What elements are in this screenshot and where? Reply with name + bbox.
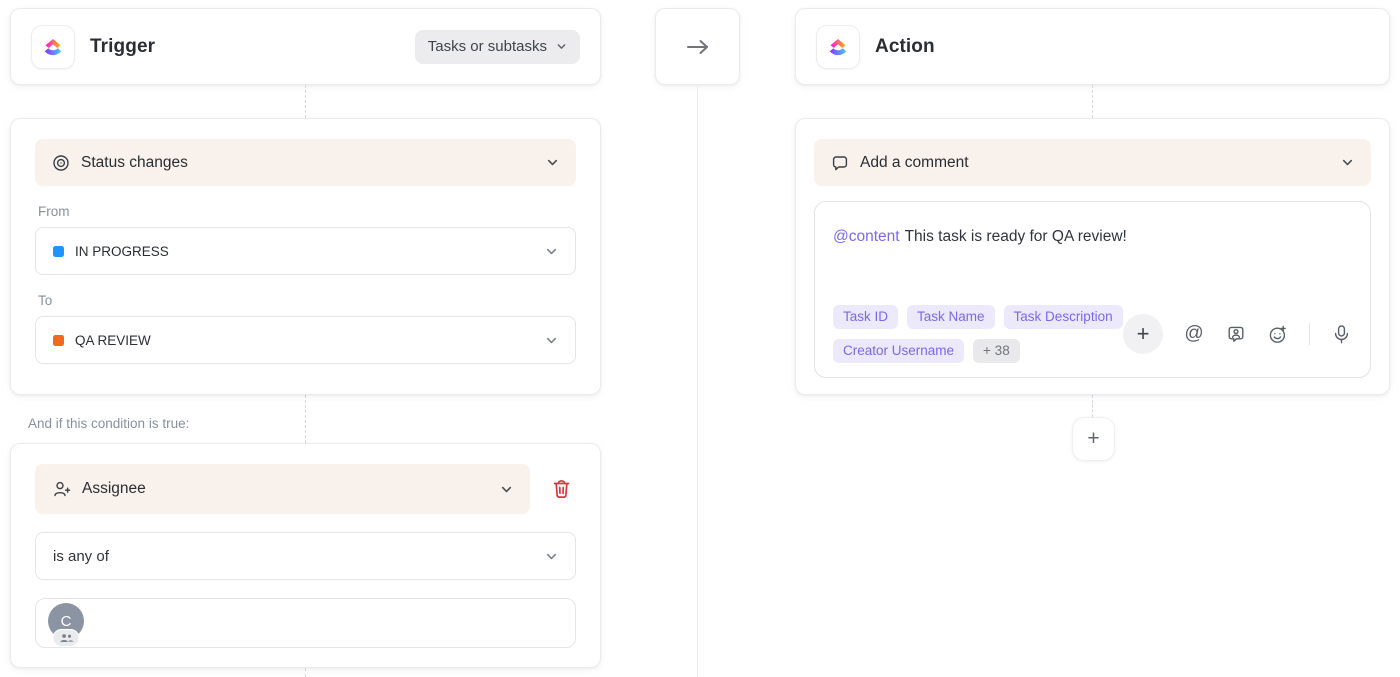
- connector-dashed: [1092, 85, 1093, 118]
- from-label: From: [38, 204, 576, 219]
- status-from-dropdown[interactable]: IN PROGRESS: [35, 227, 576, 275]
- chevron-down-icon: [545, 550, 558, 563]
- comment-text: @content This task is ready for QA review…: [833, 226, 1352, 248]
- chevron-down-icon: [556, 41, 567, 52]
- trigger-title: Trigger: [90, 36, 155, 58]
- action-config-card: Add a comment @content This task is ready…: [795, 118, 1390, 395]
- add-action-button[interactable]: +: [1072, 417, 1115, 461]
- condition-field-label: Assignee: [82, 480, 146, 498]
- clickup-logo: [816, 25, 860, 69]
- tag-creator-username[interactable]: Creator Username: [833, 339, 964, 363]
- action-card: Action: [795, 8, 1390, 85]
- dynamic-field-tags: Task ID Task Name Task Description Creat…: [833, 305, 1123, 363]
- status-to-value: QA REVIEW: [75, 333, 151, 348]
- emoji-add-icon[interactable]: [1267, 323, 1289, 345]
- trigger-scope-dropdown[interactable]: Tasks or subtasks: [415, 30, 580, 64]
- editor-toolbar: + @: [1123, 314, 1352, 354]
- comment-body-text: This task is ready for QA review!: [905, 228, 1127, 245]
- chevron-down-icon: [500, 483, 513, 496]
- status-to-dropdown[interactable]: QA REVIEW: [35, 316, 576, 364]
- automation-canvas: Trigger Tasks or subtasks Status changes…: [0, 0, 1400, 677]
- toolbar-divider: [1309, 323, 1310, 345]
- connector-dashed: [305, 85, 306, 118]
- condition-operator-dropdown[interactable]: is any of: [35, 532, 576, 580]
- tag-overflow-count[interactable]: + 38: [973, 339, 1020, 363]
- mic-icon[interactable]: [1330, 323, 1352, 345]
- arrow-right-icon: [684, 38, 712, 56]
- condition-operator-value: is any of: [53, 548, 109, 565]
- insert-field-button[interactable]: +: [1123, 314, 1163, 354]
- tag-task-name[interactable]: Task Name: [907, 305, 995, 329]
- status-color-swatch: [53, 335, 64, 346]
- chevron-down-icon: [545, 245, 558, 258]
- action-type-dropdown[interactable]: Add a comment: [814, 139, 1371, 186]
- mention-icon[interactable]: @: [1183, 323, 1205, 345]
- trigger-event-label: Status changes: [81, 154, 188, 172]
- assignee-value-field[interactable]: C: [35, 598, 576, 648]
- mention-chip: @content: [833, 228, 900, 245]
- chevron-down-icon: [1341, 156, 1354, 169]
- connector-dashed: [305, 395, 306, 443]
- people-group-icon: [53, 629, 80, 647]
- chevron-down-icon: [545, 334, 558, 347]
- person-plus-icon: [52, 480, 71, 499]
- assigned-comment-icon[interactable]: [1225, 323, 1247, 345]
- trigger-card: Trigger Tasks or subtasks: [10, 8, 601, 85]
- trigger-event-dropdown[interactable]: Status changes: [35, 139, 576, 186]
- status-from-value: IN PROGRESS: [75, 244, 169, 259]
- column-divider: [697, 85, 698, 677]
- tag-task-description[interactable]: Task Description: [1004, 305, 1123, 329]
- tag-task-id[interactable]: Task ID: [833, 305, 898, 329]
- to-label: To: [38, 293, 576, 308]
- connector-dashed: [1092, 395, 1093, 417]
- action-type-label: Add a comment: [860, 154, 969, 172]
- chevron-down-icon: [546, 156, 559, 169]
- target-icon: [52, 154, 70, 172]
- delete-condition-button[interactable]: [546, 474, 576, 504]
- comment-bubble-icon: [831, 154, 849, 172]
- trash-icon: [551, 478, 572, 500]
- comment-editor[interactable]: @content This task is ready for QA review…: [814, 201, 1371, 378]
- trigger-config-card: Status changes From IN PROGRESS To QA RE…: [10, 118, 601, 395]
- condition-card: Assignee is any of: [10, 443, 601, 668]
- clickup-logo: [31, 25, 75, 69]
- trigger-scope-value: Tasks or subtasks: [428, 38, 547, 55]
- trigger-to-action-connector: [655, 8, 740, 85]
- connector-dashed: [305, 668, 306, 677]
- condition-intro-label: And if this condition is true:: [28, 416, 189, 431]
- action-title: Action: [875, 36, 935, 58]
- condition-field-dropdown[interactable]: Assignee: [35, 464, 530, 514]
- status-color-swatch: [53, 246, 64, 257]
